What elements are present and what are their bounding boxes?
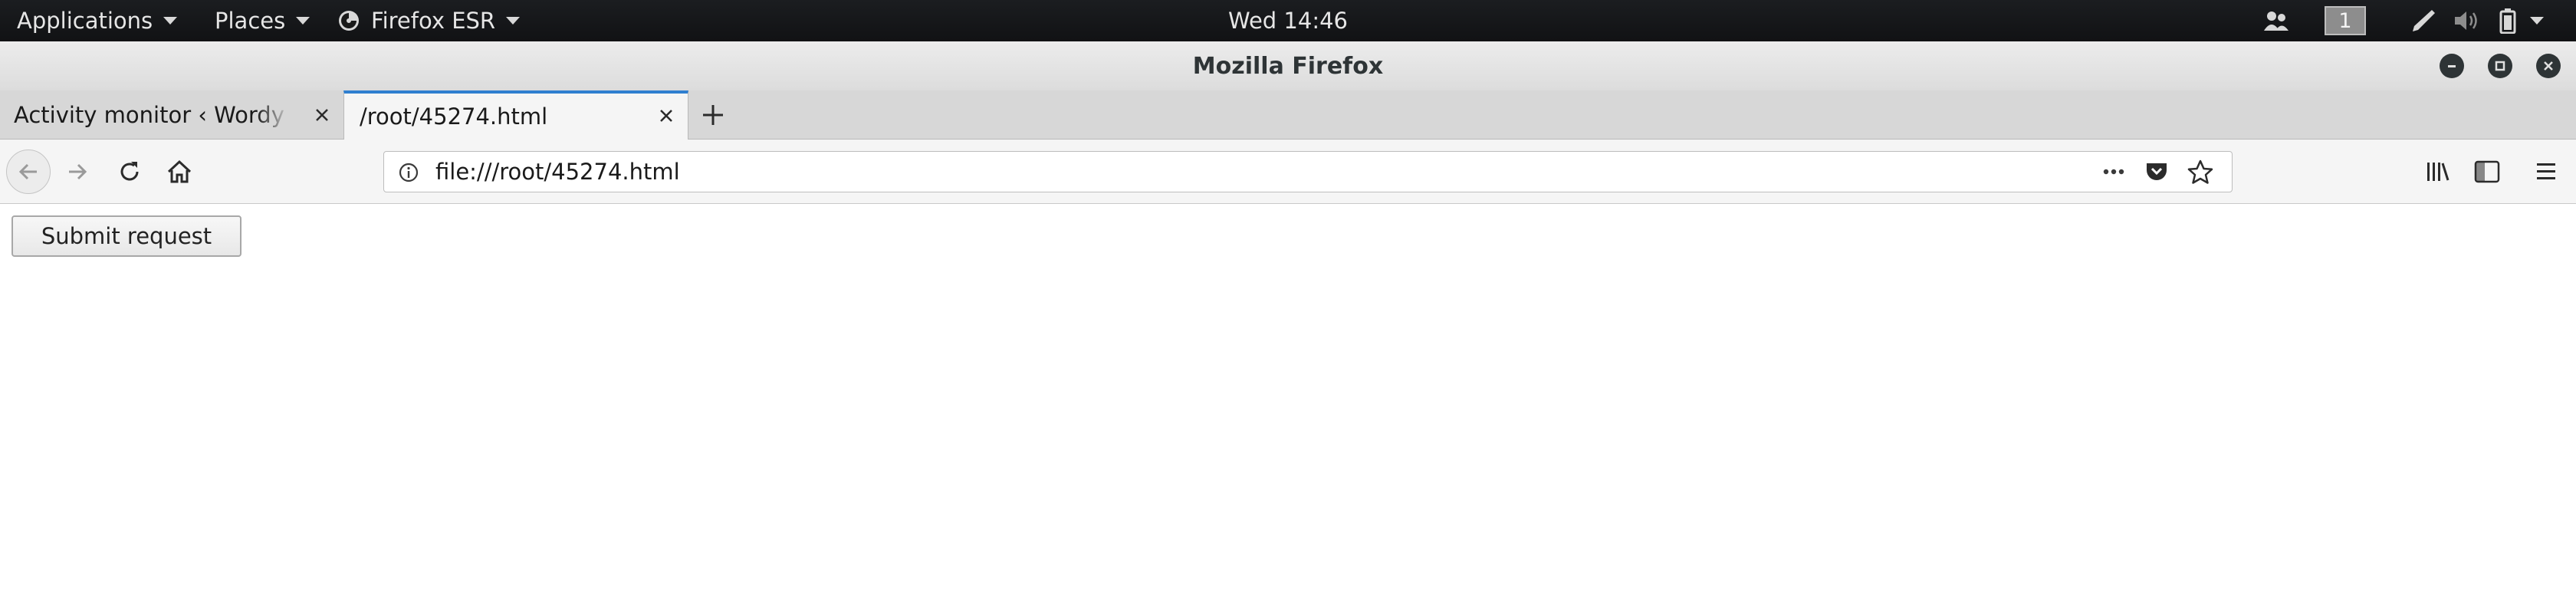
close-tab-icon[interactable]: [656, 105, 677, 127]
applications-label: Applications: [17, 8, 153, 34]
firefox-label: Firefox ESR: [371, 8, 496, 34]
minimize-icon: [2448, 65, 2456, 67]
page-content: Submit request: [0, 204, 2576, 598]
forward-icon: [69, 163, 87, 180]
tab-label: /root/45274.html: [360, 104, 548, 130]
close-window-button[interactable]: [2536, 54, 2561, 78]
reload-button[interactable]: [117, 159, 143, 185]
tab-strip: Activity monitor ‹ Wordy — WordPress /ro…: [0, 90, 2576, 140]
clock-label: Wed 14:46: [1227, 8, 1349, 34]
back-icon: [18, 163, 37, 180]
sidebar-icon: [2474, 160, 2500, 183]
maximize-icon: [2495, 61, 2505, 71]
back-button[interactable]: [6, 150, 51, 194]
volume-icon: [2455, 12, 2477, 30]
library-icon: [2427, 163, 2450, 181]
info-icon[interactable]: [398, 162, 419, 183]
workspace-badge: 1: [2325, 6, 2366, 35]
url-bar[interactable]: file:///root/45274.html: [383, 151, 2233, 192]
menu-button[interactable]: [2533, 159, 2559, 184]
places-menu[interactable]: Places: [215, 0, 310, 41]
minimize-button[interactable]: [2440, 54, 2464, 78]
places-label: Places: [215, 8, 286, 34]
tab-45274-html[interactable]: /root/45274.html: [343, 90, 688, 140]
pocket-icon[interactable]: [2144, 160, 2169, 183]
gnome-top-bar: Applications Places Firefox ESR Wed 14:4…: [0, 0, 2576, 41]
tab-label: Activity monitor ‹ Wordy — WordPress: [14, 102, 290, 128]
pen-icon: [2413, 10, 2435, 31]
window-title: Mozilla Firefox: [1192, 52, 1384, 80]
submit-request-button[interactable]: Submit request: [12, 215, 242, 257]
more-icon[interactable]: [2101, 161, 2126, 182]
star-icon[interactable]: [2187, 159, 2213, 184]
close-tab-icon[interactable]: [311, 104, 333, 126]
workspace-indicator[interactable]: 1: [2325, 0, 2366, 41]
reload-icon: [120, 162, 139, 181]
battery-icon: [2499, 8, 2516, 34]
tab-activity-monitor[interactable]: Activity monitor ‹ Wordy — WordPress: [0, 90, 343, 140]
sidebar-button[interactable]: [2473, 159, 2501, 184]
pen-indicator[interactable]: [2409, 0, 2436, 41]
users-icon: [2264, 12, 2288, 31]
library-button[interactable]: [2424, 158, 2452, 186]
navigation-toolbar: file:///root/45274.html: [0, 140, 2576, 204]
menu-icon: [2537, 163, 2555, 179]
window-titlebar[interactable]: Mozilla Firefox: [0, 41, 2576, 90]
applications-menu[interactable]: Applications: [17, 0, 178, 41]
close-icon: [2544, 61, 2553, 71]
firefox-icon: [339, 11, 359, 31]
volume-indicator[interactable]: [2453, 0, 2481, 41]
system-menu[interactable]: [2499, 0, 2544, 41]
firefox-app-menu[interactable]: Firefox ESR: [337, 0, 521, 41]
forward-button[interactable]: [64, 159, 90, 185]
chevron-down-icon: [2530, 17, 2544, 25]
chevron-down-icon: [163, 17, 178, 25]
new-tab-icon[interactable]: [699, 101, 727, 129]
url-text[interactable]: file:///root/45274.html: [435, 152, 680, 192]
chevron-down-icon: [296, 17, 310, 25]
chevron-down-icon: [506, 17, 521, 25]
home-icon: [167, 159, 192, 183]
maximize-button[interactable]: [2488, 54, 2512, 78]
users-indicator[interactable]: [2263, 0, 2289, 41]
home-button[interactable]: [166, 158, 193, 186]
